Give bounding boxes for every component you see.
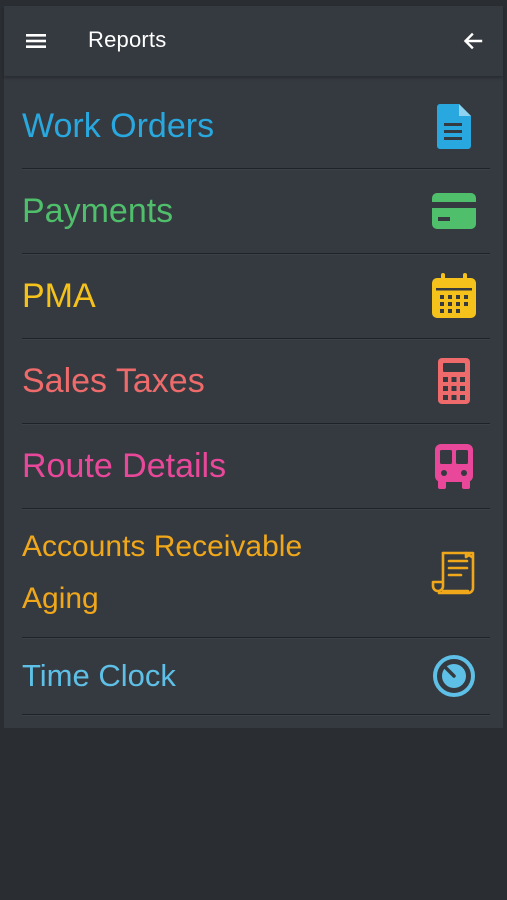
report-item-label: Work Orders <box>22 107 215 145</box>
report-item-time-clock[interactable]: Time Clock <box>22 638 490 715</box>
report-item-payments[interactable]: Payments <box>22 169 490 254</box>
back-button[interactable] <box>455 24 491 58</box>
report-item-label: Accounts Receivable Aging <box>22 530 303 615</box>
bus-icon <box>422 434 486 498</box>
report-item-route-details[interactable]: Route Details <box>22 424 490 509</box>
arrow-left-icon <box>463 32 483 50</box>
report-item-work-orders[interactable]: Work Orders <box>22 84 490 169</box>
stopwatch-icon <box>422 644 486 708</box>
receipt-scroll-icon <box>422 541 486 605</box>
app-bar: Reports <box>4 6 503 76</box>
report-item-label: Sales Taxes <box>22 362 205 400</box>
page-title: Reports <box>88 27 167 52</box>
report-item-label: Route Details <box>22 447 227 485</box>
report-item-label: Time Clock <box>22 658 176 693</box>
report-item-label: Payments <box>22 192 174 230</box>
credit-card-icon <box>422 179 486 243</box>
report-item-sales-taxes[interactable]: Sales Taxes <box>22 339 490 424</box>
reports-list: Work Orders Payments PMA Sales Taxes Rou… <box>4 84 503 715</box>
document-icon <box>422 94 486 158</box>
calendar-icon <box>422 264 486 328</box>
app-frame: Reports Work Orders Payments PMA Sales T… <box>0 0 507 900</box>
report-item-accounts-receivable-aging[interactable]: Accounts Receivable Aging <box>22 509 490 638</box>
reports-panel: Reports Work Orders Payments PMA Sales T… <box>4 6 503 728</box>
report-item-pma[interactable]: PMA <box>22 254 490 339</box>
calculator-icon <box>422 349 486 413</box>
report-item-label: PMA <box>22 277 96 315</box>
menu-button[interactable] <box>18 24 54 58</box>
hamburger-menu-icon <box>26 34 46 48</box>
